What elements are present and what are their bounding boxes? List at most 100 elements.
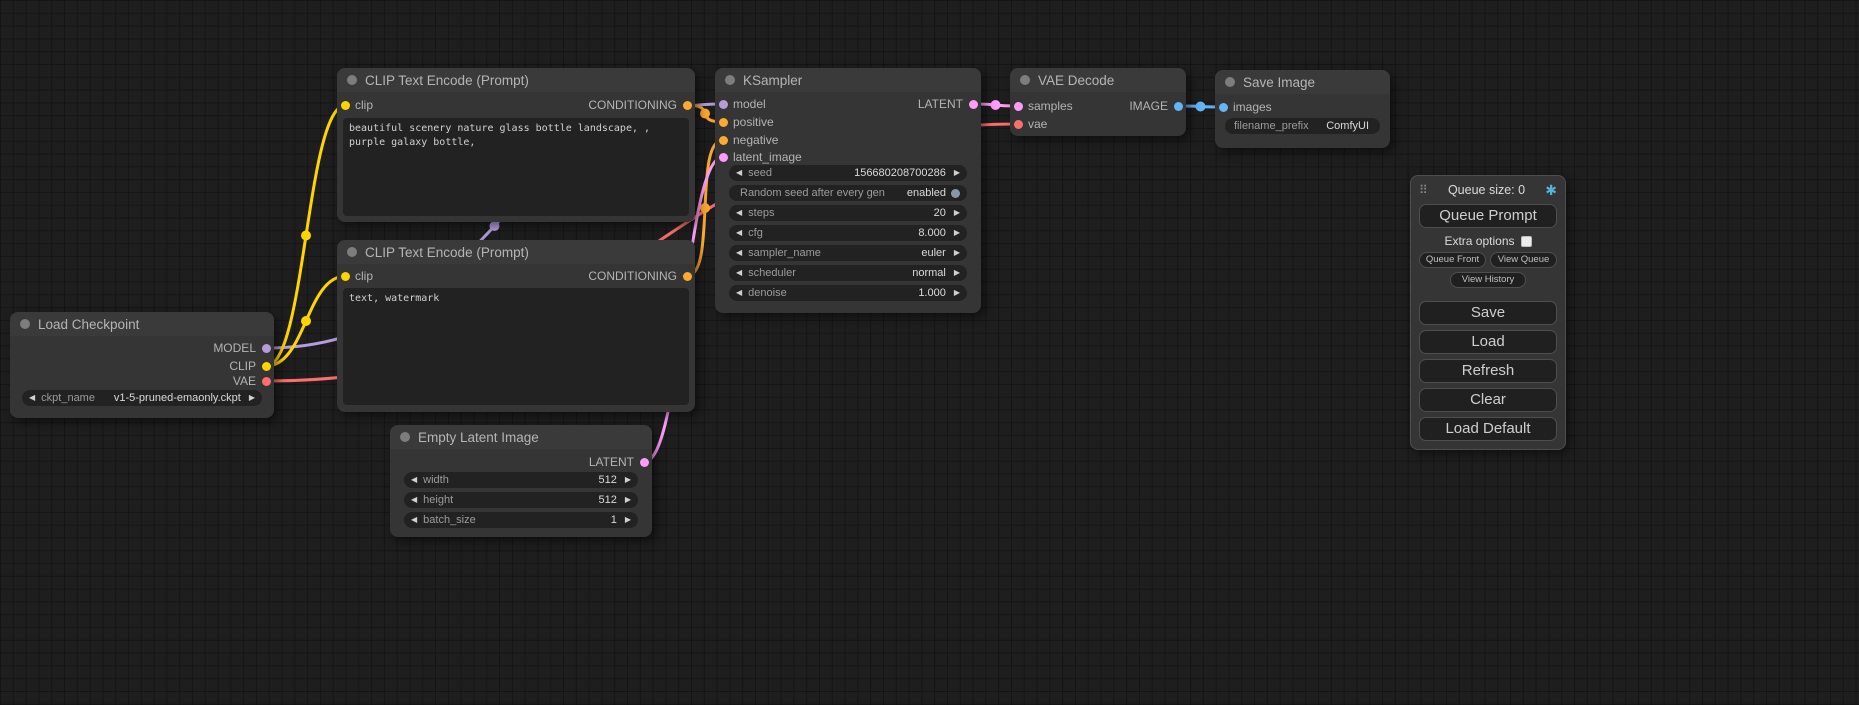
- extra-options-label: Extra options: [1444, 234, 1514, 248]
- node-clip-text-encode-positive[interactable]: CLIP Text Encode (Prompt) clip CONDITION…: [337, 68, 695, 222]
- decrement-icon[interactable]: ◀: [29, 390, 35, 406]
- collapse-icon[interactable]: [400, 432, 410, 442]
- negative-input-port[interactable]: [719, 136, 728, 145]
- decrement-icon[interactable]: ◀: [736, 205, 742, 221]
- seed-widget[interactable]: ◀ seed 156680208700286 ▶: [729, 165, 967, 181]
- widget-value: 20: [934, 207, 946, 219]
- vae-output-port[interactable]: [262, 377, 271, 386]
- image-output-port[interactable]: [1174, 102, 1183, 111]
- queue-prompt-button[interactable]: Queue Prompt: [1419, 204, 1557, 228]
- queue-front-button[interactable]: Queue Front: [1419, 252, 1486, 268]
- node-load-checkpoint[interactable]: Load Checkpoint MODEL CLIP VAE ◀ ckpt_na…: [10, 312, 274, 418]
- node-header[interactable]: Empty Latent Image: [390, 425, 652, 449]
- height-widget[interactable]: ◀ height 512 ▶: [404, 492, 638, 508]
- positive-input-port[interactable]: [719, 118, 728, 127]
- width-widget[interactable]: ◀ width 512 ▶: [404, 472, 638, 488]
- node-header[interactable]: CLIP Text Encode (Prompt): [337, 240, 695, 264]
- denoise-widget[interactable]: ◀ denoise 1.000 ▶: [729, 285, 967, 301]
- batch-size-widget[interactable]: ◀ batch_size 1 ▶: [404, 512, 638, 528]
- node-header[interactable]: Save Image: [1215, 70, 1390, 94]
- input-slot-images: images: [1215, 99, 1390, 115]
- link-midpoint-dot: [301, 316, 311, 326]
- increment-icon[interactable]: ▶: [954, 265, 960, 281]
- queue-menu-panel[interactable]: ⠿ Queue size: 0 ✱ Queue Prompt Extra opt…: [1410, 175, 1566, 450]
- toggle-dot-icon[interactable]: [951, 189, 960, 198]
- collapse-icon[interactable]: [20, 319, 30, 329]
- node-title: Load Checkpoint: [38, 317, 139, 332]
- load-button[interactable]: Load: [1419, 330, 1557, 354]
- increment-icon[interactable]: ▶: [954, 225, 960, 241]
- decrement-icon[interactable]: ◀: [736, 165, 742, 181]
- node-save-image[interactable]: Save Image images filename_prefix ComfyU…: [1215, 70, 1390, 148]
- decrement-icon[interactable]: ◀: [411, 472, 417, 488]
- widget-label: sampler_name: [748, 247, 821, 259]
- graph-canvas[interactable]: Load Checkpoint MODEL CLIP VAE ◀ ckpt_na…: [0, 0, 1859, 705]
- widget-value: 1: [611, 514, 617, 526]
- clip-output-port[interactable]: [262, 362, 271, 371]
- view-queue-button[interactable]: View Queue: [1490, 252, 1557, 268]
- widget-value: normal: [912, 267, 946, 279]
- input-slot-vae: vae: [1010, 116, 1186, 132]
- slot-label: LATENT: [589, 455, 634, 469]
- conditioning-output-port[interactable]: [683, 101, 692, 110]
- node-empty-latent-image[interactable]: Empty Latent Image LATENT ◀ width 512 ▶ …: [390, 425, 652, 537]
- collapse-icon[interactable]: [347, 75, 357, 85]
- load-default-button[interactable]: Load Default: [1419, 417, 1557, 441]
- node-clip-text-encode-negative[interactable]: CLIP Text Encode (Prompt) clip CONDITION…: [337, 240, 695, 412]
- steps-widget[interactable]: ◀ steps 20 ▶: [729, 205, 967, 221]
- decrement-icon[interactable]: ◀: [736, 225, 742, 241]
- decrement-icon[interactable]: ◀: [736, 285, 742, 301]
- node-header[interactable]: KSampler: [715, 68, 981, 92]
- collapse-icon[interactable]: [1225, 77, 1235, 87]
- collapse-icon[interactable]: [725, 75, 735, 85]
- slot-label: positive: [733, 115, 774, 129]
- latent-image-input-port[interactable]: [719, 153, 728, 162]
- sampler-name-widget[interactable]: ◀ sampler_name euler ▶: [729, 245, 967, 261]
- link-midpoint-dot: [1196, 102, 1206, 112]
- collapse-icon[interactable]: [1020, 75, 1030, 85]
- decrement-icon[interactable]: ◀: [411, 512, 417, 528]
- decrement-icon[interactable]: ◀: [736, 265, 742, 281]
- save-button[interactable]: Save: [1419, 301, 1557, 325]
- positive-prompt-textarea[interactable]: beautiful scenery nature glass bottle la…: [343, 118, 689, 216]
- menu-header: ⠿ Queue size: 0 ✱: [1419, 181, 1557, 199]
- increment-icon[interactable]: ▶: [954, 205, 960, 221]
- node-title: CLIP Text Encode (Prompt): [365, 73, 529, 88]
- link-midpoint-dot: [700, 203, 710, 213]
- increment-icon[interactable]: ▶: [954, 285, 960, 301]
- cfg-widget[interactable]: ◀ cfg 8.000 ▶: [729, 225, 967, 241]
- node-ksampler[interactable]: KSampler model positive negative latent_…: [715, 68, 981, 313]
- input-slot-positive: positive: [715, 114, 981, 130]
- increment-icon[interactable]: ▶: [625, 492, 631, 508]
- view-history-button[interactable]: View History: [1450, 272, 1526, 288]
- node-header[interactable]: Load Checkpoint: [10, 312, 274, 336]
- negative-prompt-textarea[interactable]: text, watermark: [343, 288, 689, 405]
- increment-icon[interactable]: ▶: [954, 165, 960, 181]
- node-header[interactable]: CLIP Text Encode (Prompt): [337, 68, 695, 92]
- extra-options-checkbox[interactable]: [1521, 236, 1532, 247]
- node-header[interactable]: VAE Decode: [1010, 68, 1186, 92]
- clear-button[interactable]: Clear: [1419, 388, 1557, 412]
- filename-prefix-widget[interactable]: filename_prefix ComfyUI: [1225, 118, 1380, 134]
- collapse-icon[interactable]: [347, 247, 357, 257]
- random-seed-widget[interactable]: Random seed after every gen enabled: [729, 185, 967, 201]
- latent-output-port[interactable]: [969, 100, 978, 109]
- conditioning-output-port[interactable]: [683, 272, 692, 281]
- increment-icon[interactable]: ▶: [954, 245, 960, 261]
- images-input-port[interactable]: [1219, 103, 1228, 112]
- decrement-icon[interactable]: ◀: [736, 245, 742, 261]
- settings-gear-icon[interactable]: ✱: [1545, 182, 1557, 199]
- increment-icon[interactable]: ▶: [625, 472, 631, 488]
- slot-label: IMAGE: [1129, 99, 1168, 113]
- increment-icon[interactable]: ▶: [625, 512, 631, 528]
- model-output-port[interactable]: [262, 344, 271, 353]
- latent-output-port[interactable]: [640, 458, 649, 467]
- vae-input-port[interactable]: [1014, 120, 1023, 129]
- scheduler-widget[interactable]: ◀ scheduler normal ▶: [729, 265, 967, 281]
- drag-handle-icon[interactable]: ⠿: [1419, 183, 1428, 197]
- ckpt-name-widget[interactable]: ◀ ckpt_name v1-5-pruned-emaonly.ckpt ▶: [22, 390, 262, 406]
- node-vae-decode[interactable]: VAE Decode samples vae IMAGE: [1010, 68, 1186, 136]
- decrement-icon[interactable]: ◀: [411, 492, 417, 508]
- increment-icon[interactable]: ▶: [249, 390, 255, 406]
- refresh-button[interactable]: Refresh: [1419, 359, 1557, 383]
